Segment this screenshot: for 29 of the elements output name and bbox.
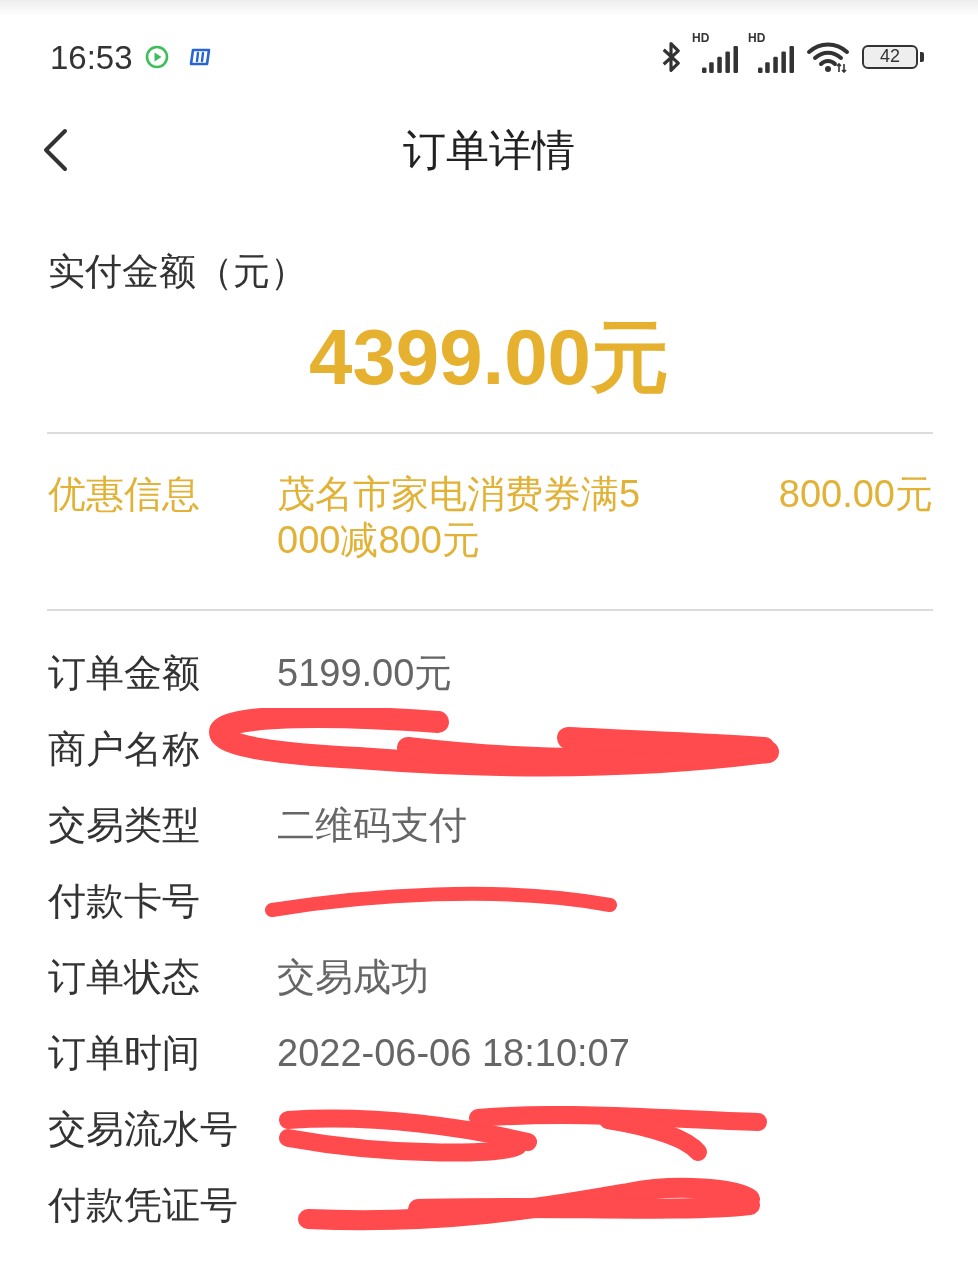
discount-amount: 800.00元 <box>778 472 933 517</box>
signal-icon <box>702 46 738 73</box>
bluetooth-icon <box>660 40 682 74</box>
field-label: 订单金额 <box>48 650 200 696</box>
wifi-icon <box>806 41 850 73</box>
discount-label: 优惠信息 <box>48 472 200 517</box>
hd-label: HD <box>692 32 710 44</box>
play-circle-icon <box>144 45 169 69</box>
paid-amount: 4399.00元 <box>309 313 669 401</box>
field-label: 交易类型 <box>48 802 200 848</box>
field-label: 订单状态 <box>48 954 200 1000</box>
back-button[interactable] <box>42 128 68 172</box>
signal-icon <box>758 46 794 73</box>
field-label: 付款卡号 <box>48 878 200 924</box>
field-label: 付款凭证号 <box>48 1182 238 1228</box>
field-label: 商户名称 <box>48 726 200 772</box>
page-title: 订单详情 <box>403 125 575 176</box>
discount-description: 茂名市家电消费券满5000减800元 <box>277 472 642 563</box>
field-value: 交易成功 <box>277 954 429 1000</box>
status-time: 16:53 <box>50 40 133 74</box>
hd-label: HD <box>748 32 766 44</box>
field-value: 5199.00元 <box>277 650 453 696</box>
paid-amount-label: 实付金额（元） <box>48 251 307 292</box>
field-label: 交易流水号 <box>48 1106 238 1152</box>
back-icon <box>42 128 68 172</box>
battery-indicator: 42 <box>862 45 924 69</box>
field-value: 二维码支付 <box>277 802 467 848</box>
field-value: 2022-06-06 18:10:07 <box>277 1031 630 1075</box>
field-label: 订单时间 <box>48 1030 200 1076</box>
